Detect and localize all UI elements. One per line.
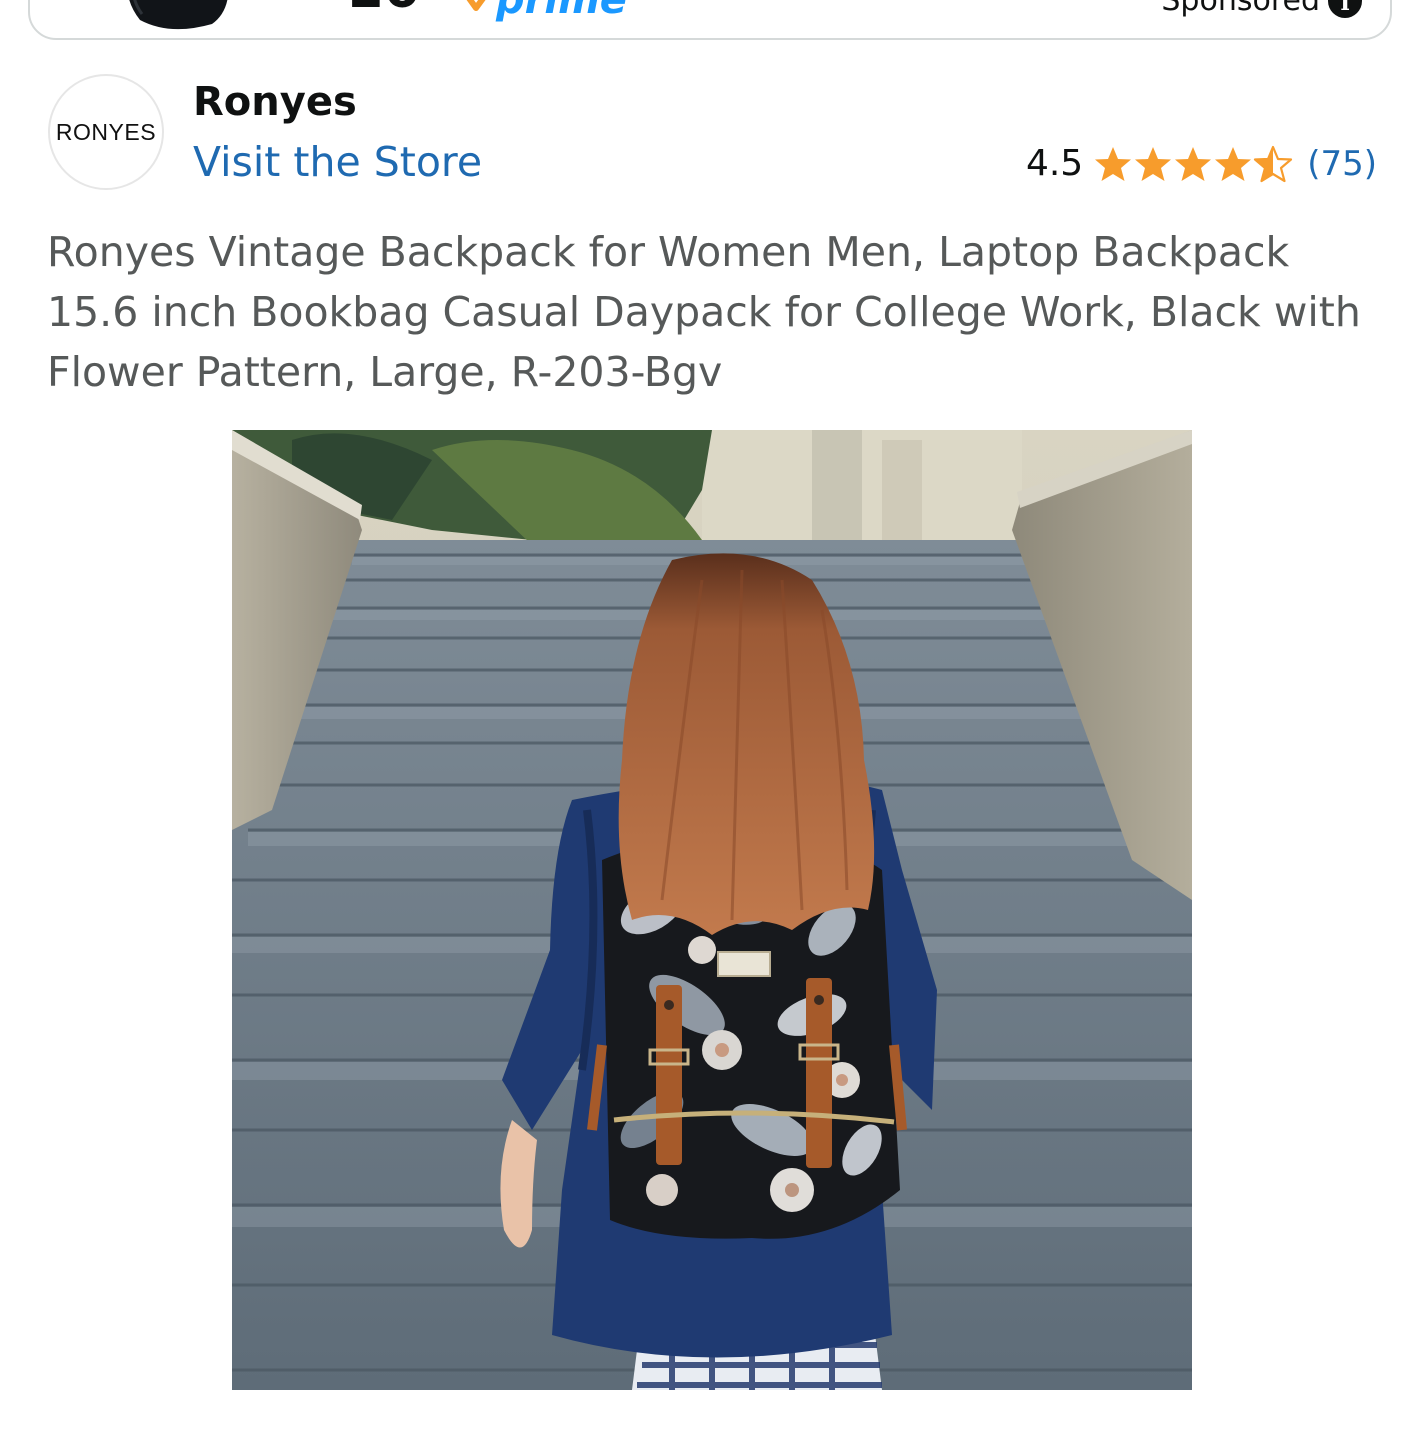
rating-summary[interactable]: 4.5 (75) — [1026, 144, 1377, 184]
star-full-icon — [1095, 147, 1132, 181]
brand-name[interactable]: Ronyes — [193, 80, 357, 124]
product-title: Ronyes Vintage Backpack for Women Men, L… — [47, 228, 1361, 396]
star-full-icon — [1175, 147, 1212, 181]
info-icon[interactable]: i — [1328, 0, 1362, 18]
star-full-icon — [1215, 147, 1252, 181]
prime-check-icon — [466, 0, 486, 11]
rating-count-link[interactable]: (75) — [1307, 147, 1377, 181]
sponsored-ad-card[interactable]: 20 prime Sponsored i — [28, 0, 1392, 40]
star-half-icon — [1254, 145, 1293, 183]
ad-price: 20 — [348, 0, 420, 16]
rating-value: 4.5 — [1025, 143, 1084, 184]
backpack-thumbnail[interactable] — [120, 0, 238, 32]
sponsored-indicator[interactable]: Sponsored i — [1161, 0, 1362, 18]
star-full-icon — [1135, 147, 1172, 181]
prime-label: prime — [496, 0, 627, 23]
sponsored-label: Sponsored — [1161, 0, 1320, 18]
brand-logo[interactable]: RONYES — [48, 74, 164, 190]
brand-logo-text: RONYES — [55, 118, 157, 145]
product-image[interactable] — [232, 430, 1192, 1390]
visit-store-link[interactable]: Visit the Store — [193, 139, 482, 185]
prime-badge: prime — [462, 0, 627, 20]
star-rating — [1093, 144, 1293, 184]
